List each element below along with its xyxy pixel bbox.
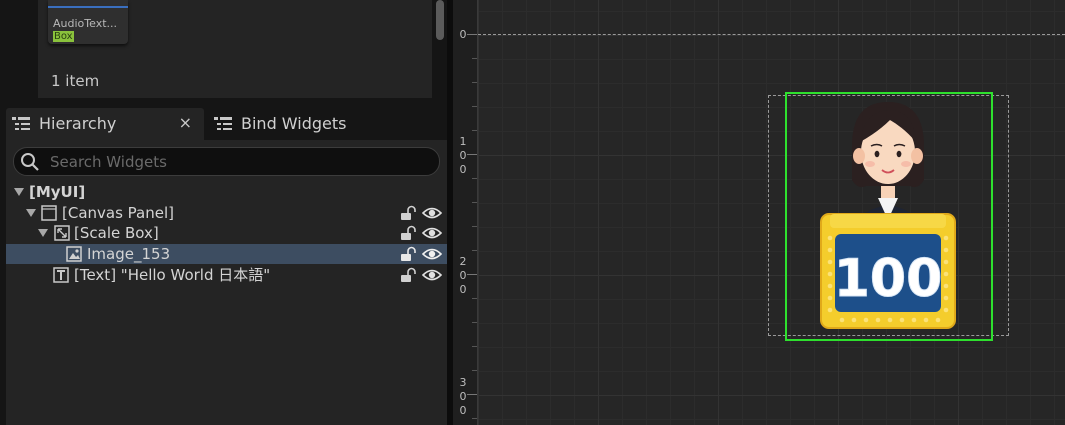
tree-item-root[interactable]: [MyUI]	[6, 182, 447, 202]
card-tag: Box	[53, 31, 74, 42]
ruler-label-100-digit: 0	[459, 149, 467, 162]
ruler-tick	[472, 202, 477, 203]
palette-list: AudioText... Box 1 item	[38, 0, 432, 98]
person-eye-right	[896, 150, 902, 158]
ruler-label-200-digit: 2	[459, 255, 467, 268]
tab-bar: Hierarchy × Bind Widgets	[0, 104, 453, 140]
tab-bind-widgets[interactable]: Bind Widgets	[208, 108, 388, 140]
close-icon[interactable]: ×	[179, 113, 192, 132]
ruler-label-100-digit: 0	[459, 163, 467, 176]
canvas-origin-guide	[478, 34, 1065, 35]
tree-item-label: Image_153	[87, 245, 171, 263]
palette-panel: AudioText... Box 1 item	[0, 0, 453, 104]
search-input[interactable]	[48, 151, 422, 173]
ruler-label-300-digit: 0	[459, 404, 467, 417]
ruler-tick	[472, 250, 477, 251]
person-eye-left	[874, 150, 880, 158]
tree-item-image[interactable]: Image_153	[6, 244, 447, 264]
score-value: 100	[834, 249, 943, 309]
vertical-ruler: 0 1 0 0 2 0 0 3 0 0	[453, 0, 478, 425]
ruler-tick	[472, 322, 477, 323]
palette-widget-card[interactable]: AudioText... Box	[48, 0, 128, 44]
person-with-score-sign-image[interactable]: 100	[818, 98, 958, 334]
card-name: AudioText...	[53, 17, 118, 30]
tree-item-canvas-panel[interactable]: [Canvas Panel]	[6, 203, 447, 223]
eye-icon[interactable]	[422, 247, 442, 261]
tree-item-label: [Scale Box]	[74, 224, 159, 242]
tab-hierarchy-label: Hierarchy	[39, 114, 117, 133]
expand-arrow-icon[interactable]	[14, 188, 24, 196]
tree-item-label: [Text] "Hello World 日本語"	[74, 266, 271, 284]
tree-item-scale-box[interactable]: [Scale Box]	[6, 223, 447, 243]
item-count: 1 item	[51, 72, 100, 90]
tree-item-label: [Canvas Panel]	[62, 204, 174, 222]
ruler-tick	[467, 34, 477, 35]
ruler-tick	[472, 130, 477, 131]
eye-icon[interactable]	[422, 206, 442, 220]
eye-icon[interactable]	[422, 268, 442, 282]
tree-item-text[interactable]: [Text] "Hello World 日本語"	[6, 265, 447, 285]
hierarchy-panel: [MyUI] [Canvas Panel]	[6, 140, 447, 425]
search-box[interactable]	[13, 147, 440, 176]
ruler-tick	[467, 154, 477, 155]
ruler-tick	[472, 82, 477, 83]
ruler-tick	[472, 106, 477, 107]
search-icon	[21, 153, 39, 171]
ruler-label-100-digit: 1	[459, 135, 467, 148]
tree-list-icon	[214, 117, 232, 130]
ruler-label-300-digit: 3	[459, 376, 467, 389]
ruler-label-0: 0	[459, 28, 467, 41]
lock-open-icon[interactable]	[400, 267, 416, 283]
ruler-tick	[472, 226, 477, 227]
eye-icon[interactable]	[422, 226, 442, 240]
score-sign-top-bar	[830, 214, 946, 228]
ruler-tick	[472, 58, 477, 59]
tree-list-icon	[12, 117, 30, 130]
image-icon	[66, 246, 82, 262]
person-ear-right	[911, 148, 923, 164]
ruler-label-200-digit: 0	[459, 283, 467, 296]
text-icon	[53, 267, 69, 283]
person-ear-left	[853, 148, 865, 164]
palette-scrollbar[interactable]	[436, 0, 444, 40]
person-cheek-left	[865, 161, 875, 167]
designer-canvas[interactable]: 0 1 0 0 2 0 0 3 0 0 100	[453, 0, 1065, 425]
expand-arrow-icon[interactable]	[26, 209, 36, 217]
expand-arrow-icon[interactable]	[38, 229, 48, 237]
card-accent-bar	[48, 6, 128, 8]
lock-open-icon[interactable]	[400, 246, 416, 262]
ruler-label-200-digit: 0	[459, 269, 467, 282]
tab-bind-widgets-label: Bind Widgets	[241, 114, 347, 133]
ruler-tick	[467, 394, 477, 395]
lock-open-icon[interactable]	[400, 225, 416, 241]
ruler-label-300-digit: 0	[459, 390, 467, 403]
canvas-panel-icon	[41, 205, 57, 221]
left-panel: AudioText... Box 1 item Hierarchy × Bind…	[0, 0, 453, 425]
tree-item-label: [MyUI]	[29, 183, 86, 201]
ruler-tick	[472, 298, 477, 299]
ruler-tick	[472, 370, 477, 371]
ruler-tick	[472, 346, 477, 347]
scale-box-icon	[54, 225, 70, 241]
lock-open-icon[interactable]	[400, 205, 416, 221]
ruler-tick	[472, 178, 477, 179]
person-cheek-right	[901, 161, 911, 167]
ruler-tick	[467, 274, 477, 275]
ruler-tick	[472, 418, 477, 419]
tab-hierarchy[interactable]: Hierarchy ×	[6, 108, 204, 140]
